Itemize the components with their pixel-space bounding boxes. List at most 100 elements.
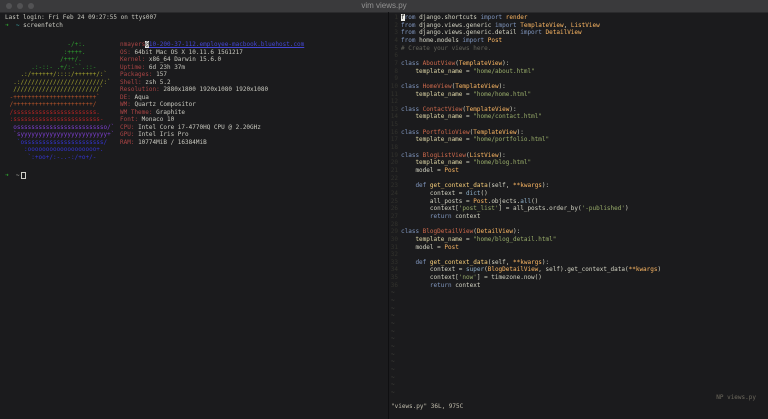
line-number: 16 [390, 128, 398, 136]
terminal-cursor [21, 172, 27, 179]
info-label: Font: [120, 116, 139, 123]
code-token: class [401, 105, 420, 113]
code-token: ): [541, 182, 550, 190]
code-token: ): [516, 128, 524, 136]
code-token: template_name [401, 136, 463, 144]
code-token: HomeView [419, 82, 452, 90]
ascii-art-line: osssssssssssssssssssssssso/` [6, 123, 115, 131]
code-token: = [462, 159, 474, 167]
code-token: TemplateView [473, 128, 517, 136]
code-line: 27 return context [389, 213, 481, 220]
code-line: 17 template_name = "home/portfolio.html" [389, 136, 549, 143]
code-token: super [466, 266, 485, 274]
line-number: 14 [390, 113, 398, 121]
code-token: template_name [401, 235, 463, 243]
code-line: 5 # Create your views here. [389, 45, 491, 52]
code-token: (self, [487, 182, 514, 190]
info-line: WM: Quartz Compositor [120, 101, 196, 108]
info-label: GPU: [120, 131, 135, 138]
info-value: 6d 23h 37m [145, 63, 186, 71]
code-token: import [520, 29, 542, 37]
info-value: Intel Iris Pro [134, 131, 189, 138]
info-line: Shell: zsh 5.2 [120, 79, 171, 86]
line-number: 29 [390, 228, 398, 236]
code-token: 'post_list' [458, 205, 499, 213]
code-token: all [520, 197, 532, 205]
info-label: Uptime: [120, 63, 146, 71]
line-number: 3 [394, 29, 398, 37]
code-token: .objects. [487, 197, 521, 205]
info-label: Packages: [120, 71, 153, 78]
info-line: Packages: 157 [120, 71, 167, 78]
line-number: 28 [390, 220, 398, 228]
info-line: CPU: Intel Core i7-4770HQ CPU @ 2.20GHz [120, 124, 261, 131]
code-token: from [401, 21, 416, 29]
host-user: nmayers [120, 41, 146, 48]
code-token: = [462, 67, 474, 75]
empty-line-marker: ~ [391, 335, 395, 343]
code-token: ): [498, 82, 506, 90]
code-line: 35 context['now'] = timezone.now() [389, 274, 542, 281]
code-line: 21 model = Post [389, 167, 459, 174]
empty-line-marker: ~ [391, 358, 395, 366]
code-line: 9 [389, 75, 401, 82]
ascii-art-line: ////////////////////////` [6, 86, 104, 93]
code-token: class [401, 128, 420, 136]
code-token: PortfolioView [419, 128, 470, 136]
line-number: 23 [390, 182, 398, 190]
code-token: TemplateView [458, 59, 503, 67]
code-token: def [401, 258, 427, 266]
code-line: 14 template_name = "home/contact.html" [389, 113, 542, 120]
code-token: () [480, 189, 488, 197]
vim-statusbar: "views.py" 36L, 975C [391, 403, 464, 410]
line-number: 31 [390, 243, 398, 251]
code-token: rom [404, 14, 416, 21]
vim-pane[interactable]: 1 from django.shortcuts import render 2 fro… [389, 12, 768, 419]
code-token: = [462, 90, 474, 98]
terminal-pane-left[interactable]: Last login: Fri Feb 24 09:27:55 on ttys0… [0, 12, 388, 419]
info-line: GPU: Intel Iris Pro [120, 131, 189, 138]
line-number: 26 [390, 205, 398, 213]
info-line: Uptime: 6d 23h 37m [120, 64, 185, 71]
info-line: RAM: 10774MiB / 16384MiB [120, 139, 207, 146]
code-token: "home/home.html" [473, 90, 532, 98]
info-value: Intel Core i7-4770HQ CPU @ 2.20GHz [134, 123, 261, 131]
prompt-spacer3 [9, 172, 16, 179]
code-token: , self).get_context_data( [538, 266, 629, 274]
line-number: 24 [390, 189, 398, 197]
code-line: 20 template_name = "home/blog.html" [389, 159, 531, 166]
code-token: dict [466, 189, 481, 197]
code-token: **kwargs [513, 182, 542, 190]
code-token: context[ [401, 205, 459, 213]
code-token: "home/contact.html" [473, 113, 542, 121]
code-token: django.views.generic [415, 21, 495, 29]
line-number: 35 [390, 274, 398, 282]
info-label: Kernel: [120, 56, 146, 63]
code-token: = [462, 113, 474, 121]
info-value: Aqua [130, 93, 149, 101]
code-token: TemplateView [466, 105, 510, 113]
info-value: Quartz Compositor [130, 101, 196, 108]
code-line: 33 def get_context_data(self, **kwargs): [389, 259, 549, 266]
code-token: ] = timezone.now() [476, 274, 542, 282]
code-token: from [401, 36, 416, 44]
info-label: Shell: [120, 78, 142, 86]
info-line: OS: 64bit Mac OS X 10.11.6 15G1217 [120, 49, 243, 56]
info-line: WM Theme: Graphite [120, 109, 185, 116]
info-label: RAM: [120, 138, 135, 146]
code-token: get_context_data [426, 258, 488, 266]
line-number: 7 [394, 59, 398, 67]
empty-line-marker: ~ [391, 342, 395, 350]
code-token: import [480, 14, 503, 21]
code-token: class [401, 59, 420, 67]
line-number: 2 [394, 21, 398, 29]
line-number: 19 [390, 151, 398, 159]
statusline-right: NP views.py [716, 394, 756, 401]
code-token: BlogListView [419, 151, 467, 159]
host-line: nmayers@10-200-37-112.employee-macbook.b… [120, 41, 304, 48]
ascii-art-line: /++++++++++++++++++++++/ [6, 101, 97, 108]
code-token: class [401, 228, 420, 236]
host-name: 10-200-37-112.employee-macbook.bluehost.… [148, 41, 305, 48]
code-token: template_name [401, 67, 463, 75]
code-token: Post [444, 167, 459, 174]
